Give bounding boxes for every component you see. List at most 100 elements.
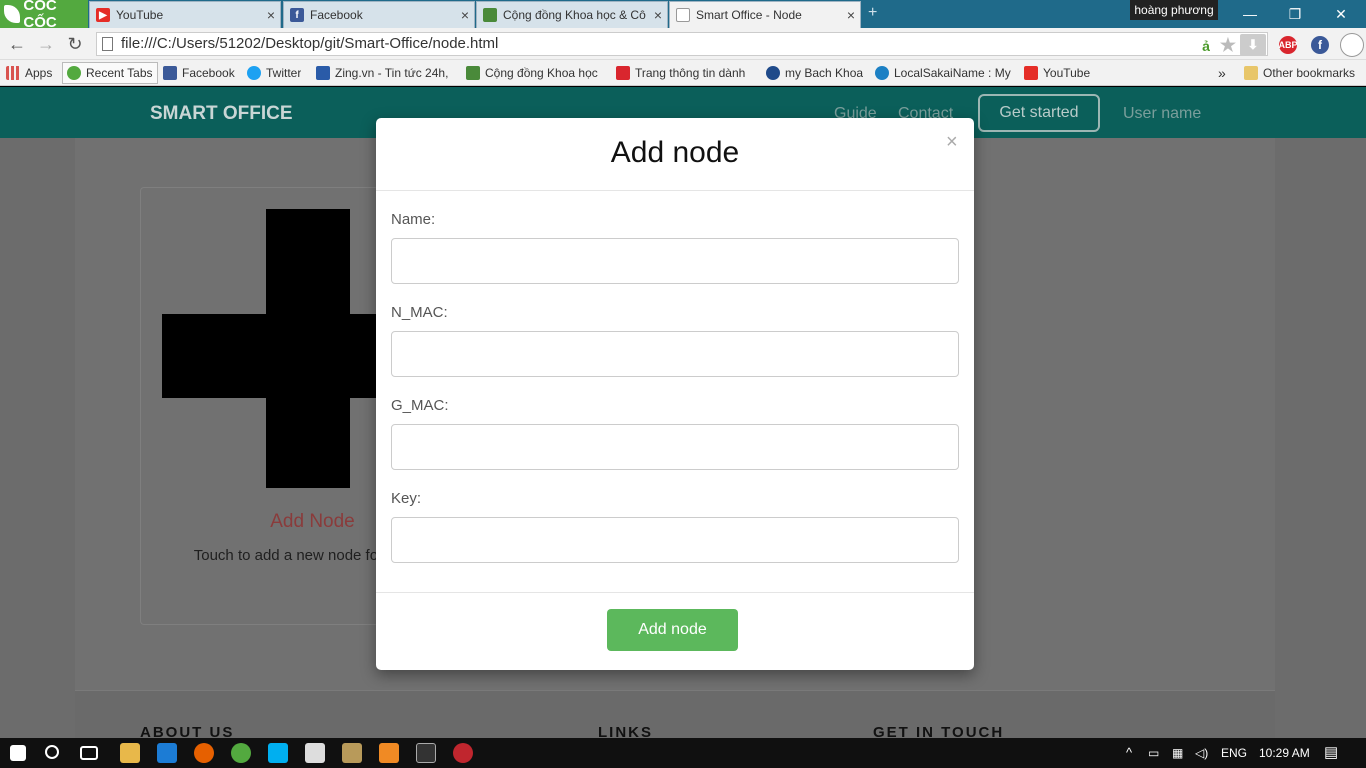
site-footer: ABOUT US LINKS GET IN TOUCH bbox=[75, 690, 1275, 738]
windows-taskbar: ^ ▭ ▦ ◁) ENG 10:29 AM ▤ bbox=[0, 738, 1366, 768]
tab-cong-dong[interactable]: Cộng đồng Khoa học & Cô × bbox=[476, 1, 668, 28]
reload-icon[interactable]: ↻ bbox=[64, 33, 86, 55]
folder-icon bbox=[1244, 66, 1258, 80]
facebook-icon: f bbox=[290, 8, 304, 22]
bookmark-twitter[interactable]: Twitter bbox=[247, 64, 301, 82]
facebook-ext-icon[interactable]: f bbox=[1311, 36, 1329, 54]
skype-icon[interactable] bbox=[268, 743, 288, 763]
coccoc-leaf-icon bbox=[4, 5, 21, 23]
browser-tab-bar: CỐC CỐC ▶ YouTube × f Facebook × Cộng đồng K… bbox=[0, 0, 1366, 31]
page-viewport: SMART OFFICE Guide Contact Get started U… bbox=[0, 87, 1366, 738]
tab-facebook[interactable]: f Facebook × bbox=[283, 1, 475, 28]
bookmark-zing[interactable]: Zing.vn - Tin tức 24h, bbox=[316, 64, 454, 82]
battery-icon[interactable]: ▭ bbox=[1148, 738, 1159, 768]
nav-user-name[interactable]: User name bbox=[1123, 105, 1201, 123]
g-mac-input[interactable] bbox=[391, 424, 959, 470]
coccoc-logo[interactable]: CỐC CỐC bbox=[0, 0, 88, 31]
n-mac-input[interactable] bbox=[391, 331, 959, 377]
tray-chevron-icon[interactable]: ^ bbox=[1126, 738, 1132, 768]
firefox-icon[interactable] bbox=[194, 743, 214, 763]
close-window-icon[interactable]: ✕ bbox=[1318, 0, 1364, 28]
coccoc-icon[interactable] bbox=[231, 743, 251, 763]
name-label: Name: bbox=[391, 211, 436, 228]
terminal-icon[interactable] bbox=[416, 743, 436, 763]
add-node-card-title[interactable]: Add Node bbox=[239, 511, 386, 533]
bookmark-my-bach-khoa[interactable]: my Bach Khoa bbox=[766, 64, 863, 82]
notifications-icon[interactable]: ▤ bbox=[1324, 738, 1338, 768]
bookmark-label: Facebook bbox=[182, 66, 235, 80]
footer-links-heading: LINKS bbox=[598, 724, 653, 738]
bookmark-recent-tabs[interactable]: Recent Tabs bbox=[62, 62, 158, 84]
add-node-submit-button[interactable]: Add node bbox=[607, 609, 738, 651]
task-view-icon[interactable] bbox=[80, 746, 98, 760]
language-indicator[interactable]: ENG bbox=[1221, 738, 1247, 768]
site-brand[interactable]: SMART OFFICE bbox=[150, 103, 293, 125]
add-node-modal: Add node × Name: N_MAC: G_MAC: Key: Add … bbox=[376, 118, 974, 670]
url-field[interactable]: file:///C:/Users/51202/Desktop/git/Smart… bbox=[96, 32, 1268, 56]
url-text: file:///C:/Users/51202/Desktop/git/Smart… bbox=[121, 35, 499, 52]
bookmark-facebook[interactable]: Facebook bbox=[163, 64, 235, 82]
bookmark-label: Trang thông tin dành bbox=[635, 66, 746, 80]
youtube-icon bbox=[1024, 66, 1038, 80]
bookmark-cong-dong[interactable]: Cộng đồng Khoa học bbox=[466, 64, 602, 82]
mail-icon[interactable] bbox=[305, 743, 325, 763]
bookmark-label: LocalSakaiName : My bbox=[894, 66, 1011, 80]
leaf-icon bbox=[483, 8, 497, 22]
minimize-icon[interactable]: — bbox=[1227, 0, 1273, 28]
gk-icon bbox=[616, 66, 630, 80]
tab-close-icon[interactable]: × bbox=[649, 7, 667, 23]
close-icon[interactable]: × bbox=[946, 131, 958, 154]
more-bookmarks-icon[interactable]: » bbox=[1218, 64, 1226, 82]
back-icon[interactable]: ← bbox=[6, 33, 28, 55]
page-icon bbox=[102, 37, 113, 51]
bookmark-youtube[interactable]: YouTube bbox=[1024, 64, 1090, 82]
forward-icon[interactable]: → bbox=[35, 33, 57, 55]
bookmark-trang-thong-tin[interactable]: Trang thông tin dành bbox=[616, 64, 752, 82]
apps-grid-icon bbox=[6, 66, 20, 80]
app-icon[interactable] bbox=[342, 743, 362, 763]
file-explorer-icon[interactable] bbox=[120, 743, 140, 763]
bookmark-label: Apps bbox=[25, 66, 53, 80]
zing-icon bbox=[316, 66, 330, 80]
menu-icon[interactable] bbox=[1340, 33, 1364, 57]
tab-close-icon[interactable]: × bbox=[262, 7, 280, 23]
key-input[interactable] bbox=[391, 517, 959, 563]
volume-icon[interactable]: ◁) bbox=[1195, 738, 1208, 768]
browser-logo-text: CỐC CỐC bbox=[23, 0, 57, 31]
address-toolbar: ← → ↻ file:///C:/Users/51202/Desktop/git… bbox=[0, 28, 1366, 60]
star-icon[interactable]: ★ bbox=[1219, 35, 1237, 55]
tab-close-icon[interactable]: × bbox=[456, 7, 474, 23]
game-icon[interactable] bbox=[453, 743, 473, 763]
windows-start-icon[interactable] bbox=[10, 745, 26, 761]
modal-title: Add node bbox=[610, 136, 740, 169]
tab-close-icon[interactable]: × bbox=[842, 7, 860, 23]
profile-name[interactable]: hoàng phương bbox=[1130, 0, 1218, 20]
sakai-icon bbox=[875, 66, 889, 80]
edge-icon[interactable] bbox=[157, 743, 177, 763]
get-started-button[interactable]: Get started bbox=[978, 94, 1100, 132]
clock[interactable]: 10:29 AM bbox=[1259, 738, 1310, 768]
new-tab-icon[interactable]: + bbox=[868, 5, 886, 22]
tab-youtube[interactable]: ▶ YouTube × bbox=[89, 1, 281, 28]
adblock-icon[interactable]: ABP bbox=[1279, 36, 1298, 54]
bach-khoa-icon bbox=[766, 66, 780, 80]
n-mac-label: N_MAC: bbox=[391, 304, 448, 321]
tab-title: YouTube bbox=[116, 8, 164, 22]
network-icon[interactable]: ▦ bbox=[1172, 738, 1183, 768]
restore-icon[interactable]: ❐ bbox=[1272, 0, 1318, 28]
download-icon[interactable]: ⬇ bbox=[1240, 34, 1266, 56]
twitter-icon bbox=[247, 66, 261, 80]
tab-title: Facebook bbox=[310, 8, 363, 22]
bookmark-label: Twitter bbox=[266, 66, 302, 80]
bookmark-label: YouTube bbox=[1043, 66, 1091, 80]
bookmark-local-sakai[interactable]: LocalSakaiName : My bbox=[875, 64, 1011, 82]
bookmark-label: Zing.vn - Tin tức 24h, bbox=[335, 66, 449, 80]
translate-icon[interactable]: ả bbox=[1198, 37, 1214, 55]
other-bookmarks[interactable]: Other bookmarks bbox=[1244, 64, 1355, 82]
modal-footer: Add node bbox=[376, 592, 974, 670]
name-input[interactable] bbox=[391, 238, 959, 284]
media-player-icon[interactable] bbox=[379, 743, 399, 763]
tab-smart-office[interactable]: Smart Office - Node × bbox=[669, 1, 861, 28]
search-icon[interactable] bbox=[45, 745, 59, 759]
bookmark-apps[interactable]: Apps bbox=[6, 64, 52, 82]
